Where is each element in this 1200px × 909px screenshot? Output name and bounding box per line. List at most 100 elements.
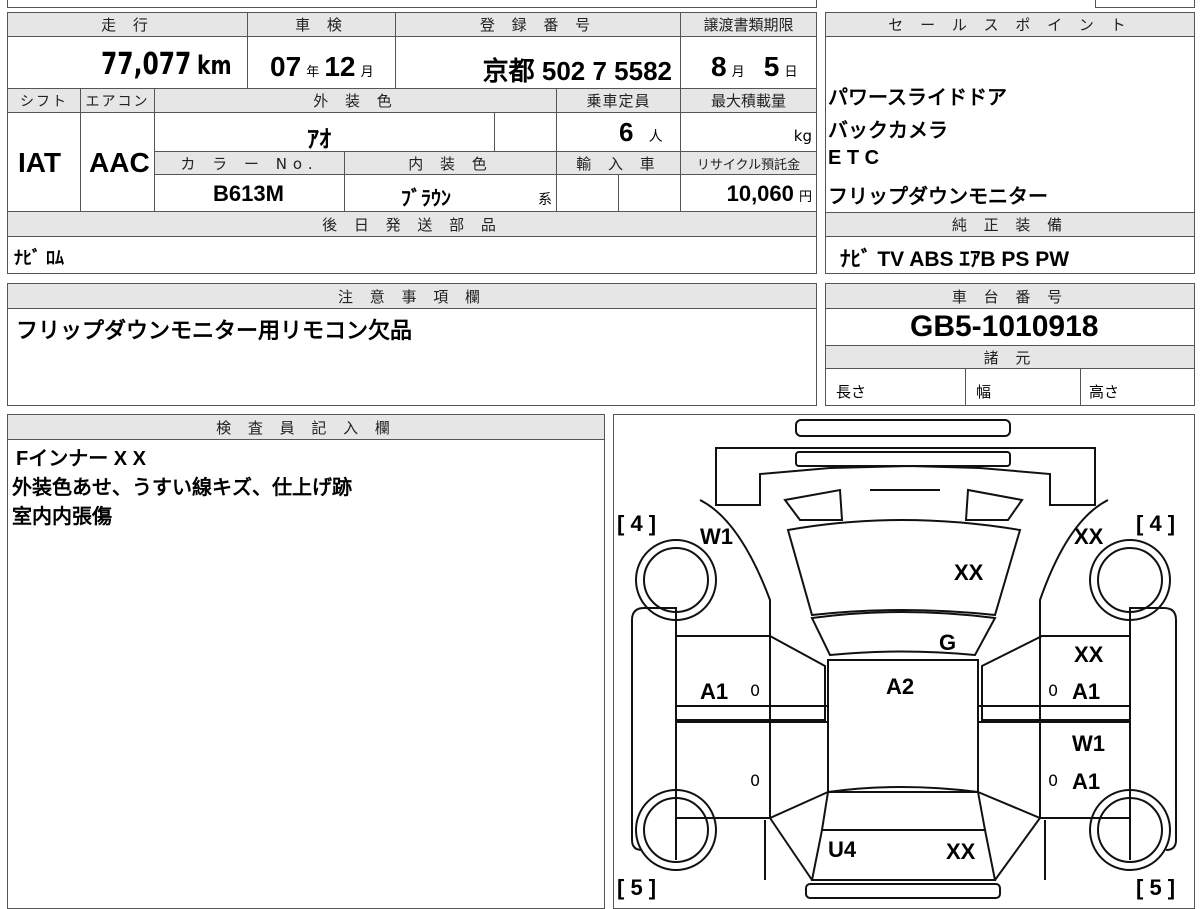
right-body-side: [1039, 499, 1109, 640]
inspection-month: 12: [324, 51, 356, 82]
rear-window: [820, 786, 987, 831]
mark-windshield: G: [939, 630, 957, 655]
chassis-label: 車 台 番 号: [825, 283, 1195, 309]
colorno-value: B613M: [213, 181, 284, 206]
mark-right-fender: XX: [1074, 642, 1104, 667]
mark-roof: A2: [886, 674, 915, 699]
deadline-label: 譲渡書類期限: [680, 12, 817, 37]
headlight-left: [783, 488, 844, 521]
sales-label: セ ー ル ス ポ イ ン ト: [825, 12, 1195, 37]
right-front-door-panel: [981, 635, 1130, 721]
equipment-label: 純 正 装 備: [825, 212, 1195, 237]
import-label: 輸 入 車: [556, 151, 681, 175]
exterior-cell: ｱｵ: [154, 112, 495, 153]
shift-cell: IAT: [7, 112, 81, 212]
later-parts-value: ﾅﾋﾞ ﾛﾑ: [14, 248, 65, 268]
sales-point-3: E T C: [828, 147, 880, 169]
aircon-value: AAC: [89, 147, 150, 178]
deadline-day: 5: [763, 51, 780, 82]
interior-value: ﾌﾞﾗｳﾝ: [401, 188, 451, 210]
door-zero-rf: 0: [1048, 681, 1059, 700]
import-cell-2: [618, 174, 681, 212]
windshield: [810, 611, 997, 657]
inspector-line-1: Fインナー X X: [16, 448, 147, 470]
recycle-value: 10,060: [726, 181, 794, 206]
door-zero-lr: 0: [750, 771, 761, 790]
aircon-label: エアコン: [80, 88, 155, 113]
top-strip: [7, 0, 817, 8]
shift-value: IAT: [18, 147, 62, 178]
import-cell-1: [556, 174, 619, 212]
rear-quarter-left: [764, 817, 813, 881]
headlight-right: [964, 488, 1024, 521]
interior-unit: 系: [538, 192, 552, 208]
mark-rear-left: U4: [828, 837, 857, 862]
deadline-day-unit: 日: [784, 65, 798, 80]
exterior-cell-extra: [494, 112, 557, 152]
notes-label: 注 意 事 項 欄: [7, 283, 817, 309]
mark-right-rear-door: A1: [1072, 769, 1101, 794]
specs-label: 諸 元: [825, 345, 1195, 369]
recycle-unit: 円: [798, 190, 812, 205]
tire-fl-label: [ 4 ]: [617, 511, 657, 536]
inspector-cell: Fインナー X X 外装色あせ、うすい線キズ、仕上げ跡 室内内張傷: [7, 439, 605, 909]
rear-bumper-plate: [805, 883, 1001, 899]
equipment-value: ﾅﾋﾞ TV ABS ｴｱB PS PW: [840, 248, 1070, 271]
mark-left-front-door: A1: [700, 679, 729, 704]
mileage-value: 77,077: [100, 47, 192, 82]
door-zero-lf: 0: [750, 681, 761, 700]
inspector-label: 検 査 員 記 入 欄: [7, 414, 605, 440]
left-front-door-panel: [676, 635, 826, 721]
plate-cell: 京都 502 7 5582: [395, 36, 681, 89]
plate-label: 登 録 番 号: [395, 12, 681, 37]
spec-height-cell: 高さ: [1080, 368, 1195, 406]
mark-rear-right: XX: [946, 839, 976, 864]
capacity-cell: 6 人: [556, 112, 681, 152]
later-parts-cell: ﾅﾋﾞ ﾛﾑ: [7, 236, 817, 274]
notes-value: フリップダウンモニター用リモコン欠品: [16, 318, 413, 343]
rear-quarter-right: [994, 817, 1046, 881]
maxload-cell: kg: [680, 112, 817, 152]
body-frame-left: [631, 607, 677, 860]
spec-height-label: 高さ: [1089, 383, 1120, 401]
front-body-outline: [715, 447, 1096, 506]
exterior-value: ｱｵ: [307, 126, 331, 153]
deadline-cell: 8 月 5 日: [680, 36, 817, 89]
notes-cell: フリップダウンモニター用リモコン欠品: [7, 308, 817, 406]
front-grille: [795, 451, 1011, 467]
mark-right-front-door: A1: [1072, 679, 1101, 704]
door-zero-rr: 0: [1048, 771, 1059, 790]
deadline-month-unit: 月: [731, 65, 745, 80]
tire-rl-label: [ 5 ]: [617, 875, 657, 900]
right-rear-door-panel: [977, 721, 1130, 819]
deadline-month: 8: [711, 51, 727, 82]
car-diagram: [631, 419, 1177, 899]
inspection-label: 車 検: [247, 12, 396, 37]
shift-label: シフト: [7, 88, 81, 113]
sales-point-4: フリップダウンモニター: [828, 186, 1048, 208]
mileage-label: 走 行: [7, 12, 248, 37]
tire-fr-inner: [1097, 547, 1163, 613]
inspection-year: 07: [270, 51, 302, 82]
left-body-side: [699, 499, 771, 640]
equipment-cell: ﾅﾋﾞ TV ABS ｴｱB PS PW: [825, 236, 1195, 274]
mark-hood: XX: [954, 560, 984, 585]
capacity-label: 乗車定員: [556, 88, 681, 113]
maxload-unit: kg: [793, 127, 812, 145]
recycle-cell: 10,060 円: [680, 174, 817, 212]
mark-front-left: W1: [700, 524, 733, 549]
sales-cell: パワースライドドア バックカメラ E T C フリップダウンモニター: [825, 36, 1195, 213]
inspector-line-2: 外装色あせ、うすい線キズ、仕上げ跡: [12, 477, 352, 499]
chassis-cell: GB5-1010918: [825, 308, 1195, 346]
mileage-unit: km: [196, 51, 232, 81]
mark-right-rear-upper: W1: [1072, 731, 1105, 756]
sales-point-2: バックカメラ: [828, 120, 948, 142]
maxload-label: 最大積載量: [680, 88, 817, 113]
inspection-month-unit: 月: [360, 65, 374, 80]
car-diagram-frame: [ 4 ] [ 4 ] [ 5 ] [ 5 ] W1 XX XX G XX A1…: [613, 414, 1195, 909]
interior-label: 内 装 色: [344, 151, 557, 175]
mileage-cell: 77,077 km: [7, 36, 248, 89]
inspection-cell: 07 年 12 月: [247, 36, 396, 89]
interior-cell: ﾌﾞﾗｳﾝ 系: [344, 174, 557, 212]
capacity-unit: 人: [648, 129, 663, 145]
